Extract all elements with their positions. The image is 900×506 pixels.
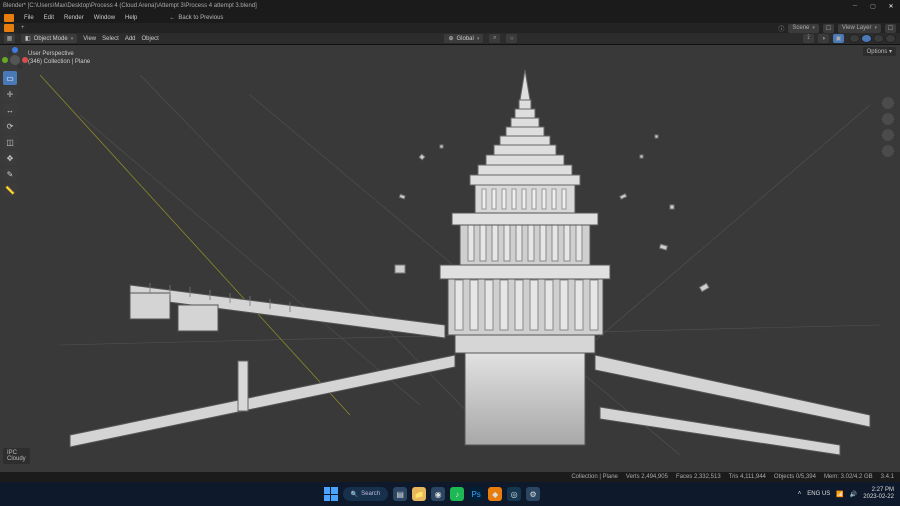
maximize-button[interactable]: ▢ bbox=[867, 3, 879, 10]
search-placeholder: Search bbox=[361, 491, 380, 497]
globe-icon: ⊕ bbox=[448, 35, 453, 42]
scene-dropdown[interactable]: Scene▾ bbox=[788, 24, 819, 33]
status-memory: Mem: 3.02/4.2 GB bbox=[824, 474, 873, 480]
file-explorer-icon[interactable]: 📁 bbox=[412, 487, 426, 501]
cube-icon: ◧ bbox=[25, 35, 31, 42]
snap-toggle[interactable]: ⌕ bbox=[489, 34, 500, 43]
editor-type-dropdown[interactable]: ▦ bbox=[4, 34, 15, 43]
tray-chevron-icon[interactable]: ˄ bbox=[798, 491, 802, 497]
new-scene-button[interactable]: ☐ bbox=[823, 24, 834, 33]
vp-menu-view[interactable]: View bbox=[83, 36, 96, 42]
blender-logo-icon[interactable] bbox=[4, 14, 14, 22]
taskbar-search[interactable]: 🔍 Search bbox=[343, 487, 389, 501]
photoshop-icon[interactable]: Ps bbox=[469, 487, 483, 501]
shading-rendered[interactable] bbox=[885, 34, 896, 43]
viewport-header: ▦ ◧ Object Mode ▾ View Select Add Object… bbox=[0, 33, 900, 45]
search-icon: 🔍 bbox=[351, 491, 358, 498]
scene-label: Scene bbox=[792, 25, 809, 31]
menu-file[interactable]: File bbox=[24, 15, 34, 21]
task-view-icon[interactable]: ▤ bbox=[393, 487, 407, 501]
viewlayer-label: View Layer bbox=[842, 25, 872, 31]
mode-dropdown[interactable]: ◧ Object Mode ▾ bbox=[21, 34, 77, 43]
back-to-previous-button[interactable]: ← Back to Previous bbox=[169, 15, 223, 21]
vp-menu-add[interactable]: Add bbox=[125, 36, 136, 42]
vp-menu-object[interactable]: Object bbox=[142, 36, 159, 42]
tray-language[interactable]: ENG US bbox=[807, 491, 830, 497]
status-bar: Collection | Plane Verts 2,494,905 Faces… bbox=[0, 472, 900, 482]
bottom-left-panel: IPC Cloudy bbox=[3, 448, 30, 464]
status-tris: Tris 4,111,944 bbox=[729, 474, 766, 480]
close-button[interactable]: ✕ bbox=[885, 3, 897, 10]
shading-wireframe[interactable] bbox=[849, 34, 860, 43]
minimize-button[interactable]: ─ bbox=[849, 3, 861, 10]
status-faces: Faces 2,332,513 bbox=[676, 474, 721, 480]
mode-label: Object Mode bbox=[34, 36, 68, 42]
status-objects: Objects 0/5,394 bbox=[774, 474, 816, 480]
scene-geometry bbox=[0, 45, 900, 472]
3d-viewport[interactable]: Options ▾ ▭ ✛ ↔ ⟳ ◫ ✥ ✎ 📏 User Perspecti… bbox=[0, 45, 900, 472]
status-verts: Verts 2,494,905 bbox=[626, 474, 668, 480]
tray-wifi-icon[interactable]: 📶 bbox=[836, 491, 843, 498]
settings-icon[interactable]: ⚙ bbox=[526, 487, 540, 501]
new-viewlayer-button[interactable]: ☐ bbox=[885, 24, 896, 33]
workspace-tab[interactable] bbox=[4, 24, 14, 32]
tray-date[interactable]: 2023-02-22 bbox=[863, 494, 894, 501]
shading-mode-group bbox=[848, 34, 896, 43]
windows-taskbar: 🔍 Search ▤ 📁 ◉ ♪ Ps ◆ ◎ ⚙ ˄ ENG US 📶 🔊 2… bbox=[0, 482, 900, 506]
orientation-dropdown[interactable]: ⊕ Global ▾ bbox=[444, 34, 483, 43]
tray-volume-icon[interactable]: 🔊 bbox=[850, 491, 857, 498]
show-overlays-toggle[interactable]: ◑ bbox=[818, 34, 829, 43]
orientation-label: Global bbox=[457, 36, 474, 42]
start-button[interactable] bbox=[324, 487, 338, 501]
status-version: 3.4.1 bbox=[881, 474, 894, 480]
tray-time[interactable]: 2:27 PM bbox=[863, 487, 894, 494]
viewlayer-dropdown[interactable]: View Layer▾ bbox=[838, 24, 881, 33]
menu-window[interactable]: Window bbox=[94, 15, 115, 21]
shading-solid[interactable] bbox=[861, 34, 872, 43]
window-title: Blender* [C:\Users\Max\Desktop\Process 4… bbox=[3, 3, 257, 9]
main-menubar: File Edit Render Window Help ← Back to P… bbox=[0, 12, 900, 23]
back-label: Back to Previous bbox=[178, 15, 223, 21]
arrow-left-icon: ← bbox=[169, 15, 175, 21]
panel-label-2: Cloudy bbox=[7, 456, 26, 462]
workspace-add-button[interactable]: + bbox=[18, 25, 28, 31]
scene-icon: ⓘ bbox=[778, 24, 784, 33]
xray-toggle[interactable]: ▣ bbox=[833, 34, 844, 43]
system-tray: ˄ ENG US 📶 🔊 2:27 PM 2023-02-22 bbox=[798, 487, 894, 501]
status-collection: Collection | Plane bbox=[571, 474, 618, 480]
window-titlebar: Blender* [C:\Users\Max\Desktop\Process 4… bbox=[0, 0, 900, 12]
menu-help[interactable]: Help bbox=[125, 15, 137, 21]
steam-icon[interactable]: ◎ bbox=[507, 487, 521, 501]
show-gizmo-toggle[interactable]: ⟟ bbox=[803, 34, 814, 43]
vp-menu-select[interactable]: Select bbox=[102, 36, 119, 42]
spotify-icon[interactable]: ♪ bbox=[450, 487, 464, 501]
blender-icon[interactable]: ◆ bbox=[488, 487, 502, 501]
proportional-edit-toggle[interactable]: ○ bbox=[506, 34, 517, 43]
workspace-header: + ⓘ Scene▾ ☐ View Layer▾ ☐ bbox=[0, 23, 900, 33]
shading-material[interactable] bbox=[873, 34, 884, 43]
menu-render[interactable]: Render bbox=[64, 15, 84, 21]
chrome-icon[interactable]: ◉ bbox=[431, 487, 445, 501]
menu-edit[interactable]: Edit bbox=[44, 15, 54, 21]
